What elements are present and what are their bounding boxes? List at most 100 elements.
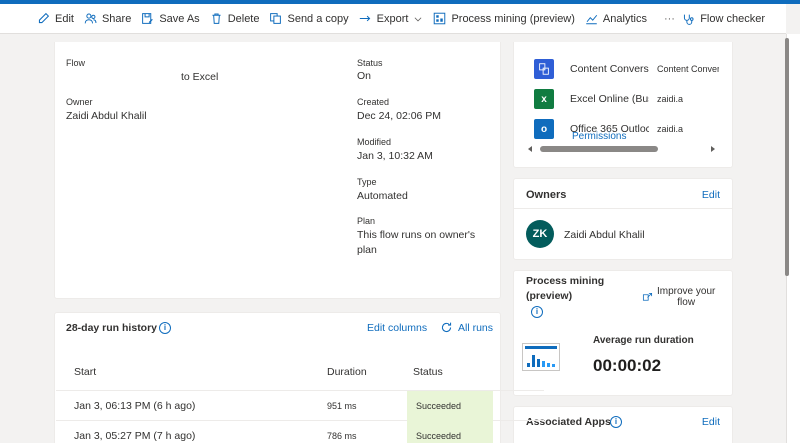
- type-label: Type: [357, 177, 377, 187]
- save-as-icon: [142, 13, 154, 24]
- run-history-card: 28-day run history i Edit columns All ru…: [54, 312, 544, 443]
- command-bar: Edit Share Save As Delete Send a copy Ex…: [0, 4, 786, 34]
- analytics-chart-icon: [586, 14, 598, 25]
- avatar-initials: ZK: [532, 228, 548, 240]
- plan-value-line1: This flow runs on owner's: [357, 229, 476, 241]
- connection-row-excel-online[interactable]: x Excel Online (Busi zaidi.a: [534, 89, 683, 109]
- process-mining-label: Process mining (preview): [451, 12, 575, 25]
- save-as-label: Save As: [159, 12, 200, 25]
- export-button[interactable]: Export: [354, 4, 429, 34]
- stethoscope-icon: [684, 14, 694, 25]
- status-label: Status: [357, 58, 383, 68]
- average-run-duration-value: 00:00:02: [593, 356, 662, 375]
- type-value: Automated: [357, 190, 408, 202]
- avatar: ZK: [526, 220, 554, 248]
- connection-account: zaidi.a: [657, 94, 684, 104]
- associated-apps-edit-link[interactable]: Edit: [702, 416, 720, 428]
- export-label: Export: [376, 12, 409, 25]
- export-arrow-icon: [359, 15, 370, 22]
- status-badge: Succeeded: [407, 421, 493, 443]
- owners-edit-link[interactable]: Edit: [702, 189, 720, 201]
- flow-checker-label: Flow checker: [700, 13, 765, 25]
- improve-flow-line1: Improve your: [657, 286, 716, 297]
- run-duration: 786 ms: [327, 431, 357, 441]
- owners-divider: [514, 208, 732, 209]
- chevron-down-icon: [415, 16, 422, 21]
- run-start: Jan 3, 06:13 PM (6 h ago): [74, 400, 196, 412]
- run-duration: 951 ms: [327, 401, 357, 411]
- column-header-start[interactable]: Start: [74, 366, 96, 378]
- connections-card: Content Conversi Content Convers x Excel…: [513, 42, 733, 168]
- external-open-icon: [642, 292, 653, 301]
- delete-label: Delete: [227, 12, 260, 25]
- delete-button[interactable]: Delete: [205, 4, 265, 34]
- flow-label: Flow: [66, 58, 86, 68]
- horizontal-scrollbar[interactable]: [528, 146, 718, 154]
- info-icon[interactable]: i: [531, 305, 543, 318]
- plan-value-line2: plan: [357, 244, 377, 256]
- process-mining-card: Process mining (preview) i Improve your …: [513, 270, 733, 396]
- connection-account: zaidi.a: [657, 124, 684, 134]
- connection-name: Content Conversi: [570, 63, 649, 75]
- process-mining-title-line1: Process mining: [526, 275, 605, 287]
- connection-account: Content Convers: [657, 64, 719, 74]
- status-value: On: [357, 70, 372, 82]
- process-mining-icon: [434, 12, 446, 25]
- share-label: Share: [101, 12, 132, 25]
- save-as-button[interactable]: Save As: [136, 4, 204, 34]
- modified-label: Modified: [357, 137, 392, 147]
- improve-flow-link[interactable]: Improve your flow: [642, 286, 715, 308]
- page-scrollbar-thumb[interactable]: [785, 38, 789, 276]
- copy-icon: [270, 13, 282, 24]
- flow-checker-button[interactable]: Flow checker: [677, 4, 770, 34]
- connection-name: Excel Online (Busi: [570, 93, 649, 105]
- all-runs-label: All runs: [458, 321, 494, 334]
- connection-row-content-conversion[interactable]: Content Conversi Content Convers: [534, 59, 719, 79]
- pencil-icon: [38, 12, 50, 24]
- edit-label: Edit: [55, 12, 74, 25]
- permissions-link[interactable]: Permissions: [572, 131, 626, 142]
- more-ellipsis: ···: [663, 12, 675, 25]
- created-label: Created: [357, 97, 390, 107]
- content-conversion-icon: [534, 59, 554, 79]
- analytics-button[interactable]: Analytics: [580, 4, 652, 34]
- analytics-label: Analytics: [602, 12, 647, 25]
- run-table-header: Start Duration Status: [56, 353, 544, 391]
- trash-icon: [212, 13, 221, 24]
- associated-apps-info-icon[interactable]: i: [610, 415, 622, 428]
- scroll-left-arrow[interactable]: [528, 146, 532, 152]
- flow-value: to Excel: [181, 71, 219, 83]
- improve-flow-line2: flow: [677, 297, 696, 308]
- process-mining-button[interactable]: Process mining (preview): [428, 4, 579, 34]
- owners-title: Owners: [526, 189, 567, 201]
- edit-button[interactable]: Edit: [32, 4, 79, 34]
- scrollbar-thumb[interactable]: [540, 146, 658, 152]
- details-card: Flow to Excel Owner Zaidi Abdul Khalil S…: [54, 42, 501, 299]
- owner-name: Zaidi Abdul Khalil: [564, 229, 645, 241]
- modified-value: Jan 3, 10:32 AM: [357, 150, 433, 162]
- created-value: Dec 24, 02:06 PM: [357, 110, 442, 122]
- average-run-duration-label: Average run duration: [593, 335, 694, 346]
- plan-label: Plan: [357, 216, 376, 226]
- outlook-icon: o: [534, 119, 554, 139]
- column-header-duration[interactable]: Duration: [327, 366, 367, 378]
- run-start: Jan 3, 05:27 PM (7 h ago): [74, 430, 196, 442]
- excel-icon: x: [534, 89, 554, 109]
- all-runs-link[interactable]: All runs: [440, 321, 493, 334]
- edit-columns-link[interactable]: Edit columns: [367, 322, 427, 334]
- scroll-right-arrow[interactable]: [711, 146, 715, 152]
- share-button[interactable]: Share: [79, 4, 136, 34]
- table-row[interactable]: Jan 3, 05:27 PM (7 h ago) 786 ms Succeed…: [56, 421, 544, 443]
- status-badge: Succeeded: [407, 391, 493, 421]
- column-header-status[interactable]: Status: [413, 366, 443, 378]
- owner-value: Zaidi Abdul Khalil: [66, 110, 147, 122]
- run-history-title: 28-day run history: [66, 322, 158, 334]
- more-button[interactable]: ···: [652, 4, 680, 34]
- table-row[interactable]: Jan 3, 06:13 PM (6 h ago) 951 ms Succeed…: [56, 391, 544, 421]
- share-people-icon: [84, 13, 97, 24]
- send-copy-label: Send a copy: [287, 12, 349, 25]
- process-mining-title-line2: (preview): [526, 290, 573, 302]
- run-history-info-icon[interactable]: i: [159, 321, 171, 334]
- send-copy-button[interactable]: Send a copy: [264, 4, 353, 34]
- associated-apps-card: Associated Apps i Edit: [513, 406, 733, 443]
